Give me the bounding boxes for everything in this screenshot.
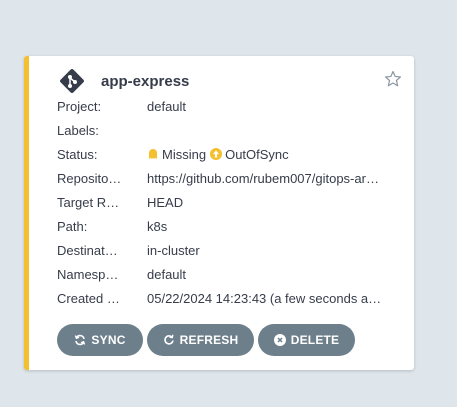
status-row: Status: Missing OutOfSync (57, 142, 397, 166)
repository-label: Reposito… (57, 170, 122, 186)
project-row: Project: default (57, 94, 397, 118)
created-at-row: Created … 05/22/2024 14:23:43 (a few sec… (57, 286, 397, 310)
status-value: Missing OutOfSync (147, 147, 389, 162)
sync-icon (75, 334, 86, 346)
namespace-row: Namesp… default (57, 262, 397, 286)
path-value: k8s (147, 218, 168, 234)
target-revision-label: Target R… (57, 194, 120, 210)
target-revision-row: Target R… HEAD (57, 190, 397, 214)
project-label: Project: (57, 98, 102, 114)
favorite-star-icon[interactable] (384, 70, 402, 88)
sync-status-text: OutOfSync (225, 146, 289, 162)
target-revision-value: HEAD (147, 194, 184, 210)
status-label: Status: (57, 146, 98, 162)
destination-row: Destinat… in-cluster (57, 238, 397, 262)
namespace-value: default (147, 266, 187, 282)
application-card[interactable]: app-express Project: default Labels: Sta… (24, 56, 414, 370)
refresh-button[interactable]: REFRESH (147, 324, 254, 356)
refresh-icon (163, 334, 174, 345)
delete-button-label: DELETE (290, 333, 340, 347)
sync-button-label: SYNC (91, 333, 126, 347)
created-at-value: 05/22/2024 14:23:43 (a few seconds a… (147, 290, 382, 306)
destination-label: Destinat… (57, 242, 118, 258)
git-icon (60, 69, 84, 93)
labels-row: Labels: (57, 118, 397, 142)
card-header: app-express (59, 68, 189, 94)
destination-value: in-cluster (147, 242, 200, 258)
path-row: Path: k8s (57, 214, 397, 238)
action-buttons: SYNC REFRESH DELETE (57, 324, 359, 356)
path-label: Path: (57, 218, 88, 234)
app-name[interactable]: app-express (101, 73, 189, 90)
repository-row: Reposito… https://github.com/rubem007/gi… (57, 166, 397, 190)
ghost-icon (149, 149, 157, 159)
labels-label: Labels: (57, 122, 99, 138)
refresh-button-label: REFRESH (179, 333, 239, 347)
sync-button[interactable]: SYNC (57, 324, 143, 356)
namespace-label: Namesp… (57, 266, 119, 282)
health-status-text: Missing (162, 146, 207, 162)
project-value: default (147, 98, 187, 114)
delete-button[interactable]: DELETE (258, 324, 355, 356)
arrow-up-circle-icon (210, 148, 223, 160)
repository-value: https://github.com/rubem007/gitops-ar… (147, 170, 379, 186)
app-details: Project: default Labels: Status: Missing… (57, 94, 397, 310)
created-at-label: Created … (57, 290, 120, 306)
close-circle-icon (273, 334, 286, 346)
